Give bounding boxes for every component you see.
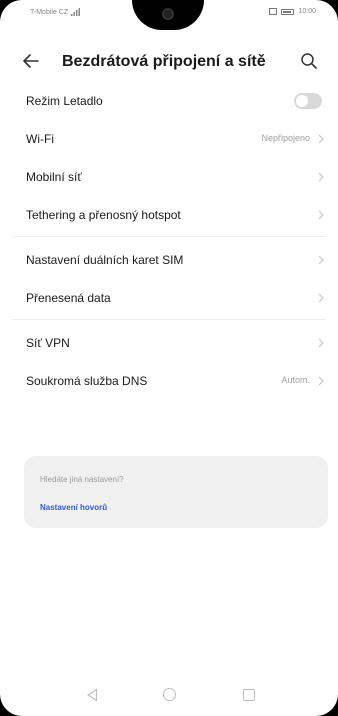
app-bar: Bezdrátová připojení a sítě [0, 44, 338, 80]
wifi-row[interactable]: Wi-Fi Nepřipojeno [0, 120, 338, 158]
suggestion-card: Hledáte jiná nastavení? Nastavení hovorů [24, 456, 328, 528]
chevron-right-icon [318, 338, 324, 348]
search-icon[interactable] [300, 52, 318, 70]
chevron-right-icon [318, 376, 324, 386]
wifi-label: Wi-Fi [26, 132, 54, 146]
tethering-row[interactable]: Tethering a přenosný hotspot [0, 196, 338, 234]
battery-icon [281, 8, 295, 15]
suggestion-hint: Hledáte jiná nastavení? [40, 475, 124, 484]
private-dns-label: Soukromá služba DNS [26, 374, 148, 388]
circle-home-icon[interactable] [163, 688, 176, 701]
dual-sim-row[interactable]: Nastavení duálních karet SIM [0, 241, 338, 279]
chevron-right-icon [318, 293, 324, 303]
vpn-label: Síť VPN [26, 336, 70, 350]
system-nav-bar [0, 670, 338, 710]
status-bar: T-Mobile CZ 10:00 [0, 6, 338, 22]
airplane-mode-label: Režim Letadlo [26, 94, 103, 108]
square-recents-icon[interactable] [243, 689, 255, 701]
wifi-status: Nepřipojeno [261, 133, 310, 143]
chevron-right-icon [318, 134, 324, 144]
status-time: 10:00 [298, 8, 316, 15]
nfc-icon [269, 8, 278, 15]
dual-sim-label: Nastavení duálních karet SIM [26, 253, 184, 267]
section-divider [12, 236, 326, 237]
vpn-row[interactable]: Síť VPN [0, 324, 338, 362]
signal-icon [71, 8, 81, 16]
tethering-label: Tethering a přenosný hotspot [26, 208, 181, 222]
private-dns-value: Autom. [281, 375, 310, 385]
mobile-network-label: Mobilní síť [26, 170, 82, 184]
carrier-name: T-Mobile CZ [30, 8, 69, 16]
chevron-right-icon [318, 210, 324, 220]
settings-list: Režim Letadlo Wi-Fi Nepřipojeno Mobilní … [0, 82, 338, 400]
data-usage-row[interactable]: Přenesená data [0, 279, 338, 317]
airplane-mode-toggle[interactable] [294, 93, 322, 109]
data-usage-label: Přenesená data [26, 291, 111, 305]
call-settings-link[interactable]: Nastavení hovorů [40, 503, 107, 512]
mobile-network-row[interactable]: Mobilní síť [0, 158, 338, 196]
private-dns-row[interactable]: Soukromá služba DNS Autom. [0, 362, 338, 400]
airplane-mode-row[interactable]: Režim Letadlo [0, 82, 338, 120]
chevron-right-icon [318, 172, 324, 182]
arrow-left-icon[interactable] [22, 52, 40, 70]
page-title: Bezdrátová připojení a sítě [62, 53, 266, 70]
triangle-back-icon[interactable] [86, 688, 98, 702]
chevron-right-icon [318, 255, 324, 265]
section-divider [12, 319, 326, 320]
